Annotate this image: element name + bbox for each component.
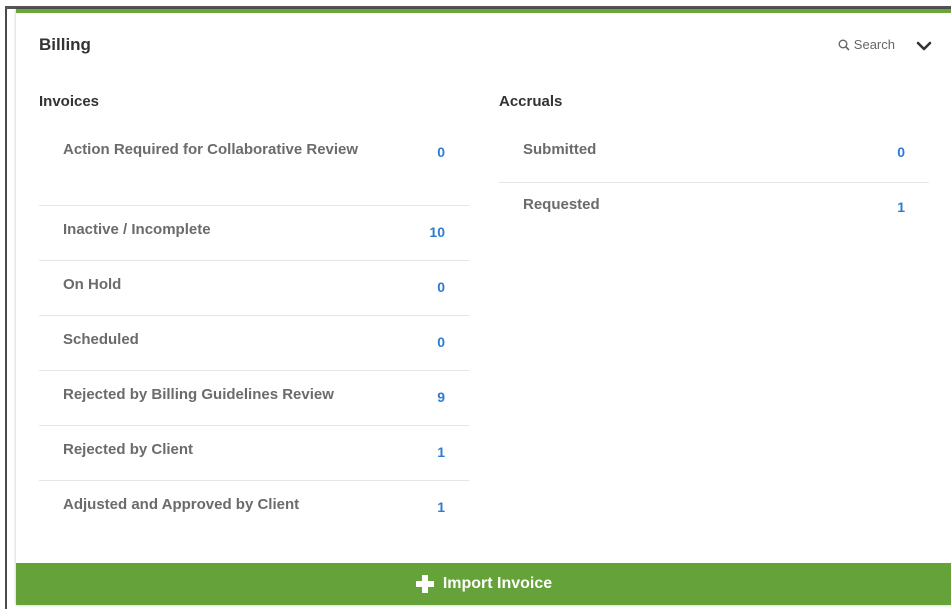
import-invoice-button[interactable]: Import Invoice [16, 563, 951, 605]
row-label: Submitted [523, 141, 597, 158]
row-label: On Hold [63, 276, 122, 293]
row-count: 10 [429, 224, 445, 240]
accrual-row-submitted[interactable]: Submitted 0 [499, 126, 929, 183]
invoice-row-on-hold[interactable]: On Hold 0 [39, 261, 469, 316]
accruals-heading: Accruals [499, 93, 563, 110]
row-count: 0 [437, 334, 445, 350]
row-count: 1 [437, 444, 445, 460]
row-count: 0 [897, 144, 905, 160]
row-count: 9 [437, 389, 445, 405]
plus-icon [415, 575, 434, 593]
row-label: Rejected by Billing Guidelines Review [63, 386, 334, 403]
card-title: Billing [39, 35, 91, 54]
row-label: Inactive / Incomplete [63, 221, 211, 238]
search-label: Search [853, 37, 895, 52]
invoice-row-collaborative-review[interactable]: Action Required for Collaborative Review… [39, 126, 469, 206]
row-count: 1 [897, 199, 905, 215]
row-count: 1 [437, 499, 445, 515]
row-label: Action Required for Collaborative Review [63, 141, 359, 158]
invoice-row-scheduled[interactable]: Scheduled 0 [39, 316, 469, 371]
screen: Billing Search Invoices Action Required … [0, 0, 951, 609]
invoices-heading: Invoices [39, 93, 100, 110]
invoice-row-adjusted-approved[interactable]: Adjusted and Approved by Client 1 [39, 481, 469, 536]
billing-card: Billing Search Invoices Action Required … [16, 9, 951, 605]
row-label: Rejected by Client [63, 441, 194, 458]
search-button[interactable]: Search [838, 37, 895, 52]
row-count: 0 [437, 144, 445, 160]
accrual-row-requested[interactable]: Requested 1 [499, 183, 929, 238]
invoice-row-rejected-billing-guidelines[interactable]: Rejected by Billing Guidelines Review 9 [39, 371, 469, 426]
invoice-row-rejected-by-client[interactable]: Rejected by Client 1 [39, 426, 469, 481]
search-icon [838, 39, 850, 51]
row-count: 0 [437, 279, 445, 295]
row-label: Adjusted and Approved by Client [63, 496, 300, 513]
invoice-row-inactive-incomplete[interactable]: Inactive / Incomplete 10 [39, 206, 469, 261]
window-left-border [5, 9, 7, 609]
row-label: Scheduled [63, 331, 139, 348]
chevron-down-icon[interactable] [915, 37, 933, 55]
import-invoice-label: Import Invoice [442, 575, 553, 592]
row-label: Requested [523, 196, 600, 213]
